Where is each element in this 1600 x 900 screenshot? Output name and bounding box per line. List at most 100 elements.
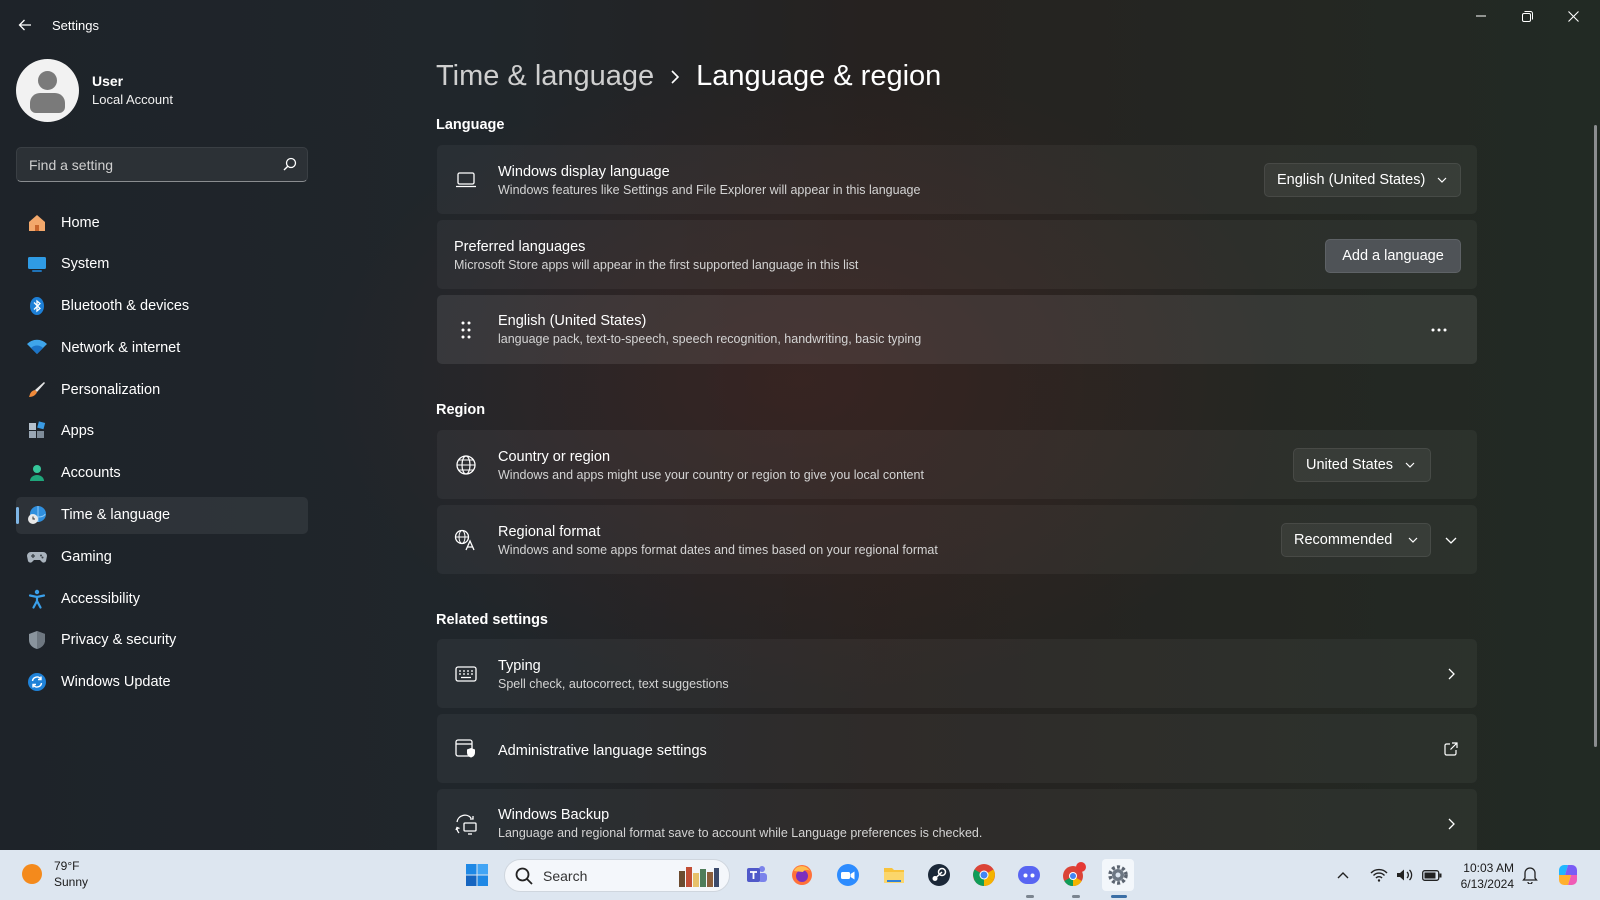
close-icon — [1567, 10, 1579, 22]
sidebar-item-windows-update[interactable]: Windows Update — [16, 664, 308, 701]
sidebar-item-gaming[interactable]: Gaming — [16, 538, 308, 575]
notifications-button[interactable] — [1519, 859, 1541, 891]
discord-button[interactable] — [1013, 859, 1045, 891]
minimize-icon — [1476, 15, 1486, 17]
copilot-icon — [1559, 865, 1577, 885]
search-icon[interactable] — [283, 157, 297, 171]
steam-icon — [928, 864, 950, 886]
close-button[interactable] — [1550, 0, 1596, 32]
user-profile[interactable]: User Local Account — [16, 58, 173, 122]
card-windows-backup[interactable]: Windows Backup Language and regional for… — [437, 789, 1477, 850]
sidebar-item-personalization[interactable]: Personalization — [16, 371, 308, 408]
globe-clock-icon — [26, 504, 48, 526]
card-windows-display-language: Windows display language Windows feature… — [437, 145, 1477, 214]
search-box[interactable] — [16, 147, 308, 182]
sidebar-item-bluetooth[interactable]: Bluetooth & devices — [16, 288, 308, 325]
chevron-down-icon — [1437, 177, 1447, 183]
clock[interactable]: 10:03 AM 6/13/2024 — [1442, 860, 1514, 892]
wifi-status-icon — [1370, 868, 1388, 882]
scrollbar[interactable] — [1594, 125, 1597, 747]
home-icon — [26, 212, 48, 234]
teams-icon — [747, 866, 767, 882]
user-name: User — [92, 73, 124, 89]
chevron-down-icon — [1405, 462, 1415, 468]
chrome-profile-icon — [1063, 862, 1086, 887]
search-highlight-icon — [679, 867, 719, 887]
sidebar-item-network[interactable]: Network & internet — [16, 329, 308, 366]
weather-widget[interactable]: 79°F Sunny — [22, 858, 88, 890]
chrome-profile-button[interactable] — [1058, 859, 1090, 891]
sidebar-item-system[interactable]: System — [16, 246, 308, 283]
teams-button[interactable] — [741, 859, 773, 891]
sidebar-item-time-language[interactable]: Time & language — [16, 496, 308, 534]
regional-format-icon — [454, 528, 478, 552]
minimize-button[interactable] — [1458, 0, 1504, 32]
add-language-button[interactable]: Add a language — [1325, 239, 1461, 273]
sidebar-item-apps[interactable]: Apps — [16, 413, 308, 450]
laptop-icon — [454, 168, 478, 192]
regional-format-dropdown[interactable]: Recommended — [1281, 523, 1431, 557]
zoom-button[interactable] — [832, 859, 864, 891]
file-explorer-icon — [884, 868, 904, 883]
sidebar-item-home[interactable]: Home — [16, 204, 308, 241]
chevron-right-icon — [670, 69, 680, 85]
restore-button[interactable] — [1504, 0, 1550, 32]
sidebar-item-accessibility[interactable]: Accessibility — [16, 580, 308, 617]
settings-icon — [1108, 865, 1128, 885]
country-dropdown[interactable]: United States — [1293, 448, 1431, 482]
chevron-up-icon — [1337, 871, 1349, 878]
card-regional-format[interactable]: Regional format Windows and some apps fo… — [437, 505, 1477, 574]
card-typing[interactable]: Typing Spell check, autocorrect, text su… — [437, 639, 1477, 708]
drag-handle-icon[interactable] — [454, 318, 478, 342]
copilot-button[interactable] — [1552, 859, 1584, 891]
sidebar-nav: Home System Bluetooth & devices Network … — [16, 204, 308, 706]
expand-chevron-icon[interactable] — [1439, 528, 1463, 552]
wifi-icon — [26, 337, 48, 359]
discord-icon — [1018, 866, 1040, 884]
card-preferred-languages: Preferred languages Microsoft Store apps… — [437, 220, 1477, 289]
apps-icon — [26, 420, 48, 442]
restore-icon — [1521, 10, 1533, 22]
settings-taskbar-button[interactable] — [1102, 859, 1134, 891]
volume-icon — [1397, 869, 1413, 881]
breadcrumb: Time & language Language & region — [436, 60, 941, 93]
bluetooth-icon — [26, 295, 48, 317]
gamepad-icon — [26, 546, 48, 568]
show-hidden-icons-button[interactable] — [1331, 859, 1355, 891]
weather-temp: 79°F — [54, 859, 80, 873]
search-input[interactable] — [17, 148, 267, 181]
card-administrative-language[interactable]: Administrative language settings — [437, 714, 1477, 783]
sidebar-item-accounts[interactable]: Accounts — [16, 455, 308, 492]
taskbar-search[interactable]: Search — [504, 859, 730, 892]
taskbar: 79°F Sunny Search 10:03 AM 6/13/2024 — [0, 850, 1600, 900]
start-button[interactable] — [461, 859, 493, 891]
accessibility-icon — [26, 588, 48, 610]
chrome-button[interactable] — [968, 859, 1000, 891]
section-title-region: Region — [436, 402, 486, 418]
start-icon — [466, 864, 488, 886]
display-language-dropdown[interactable]: English (United States) — [1264, 163, 1461, 197]
back-arrow-icon — [18, 19, 31, 31]
settings-window: Settings User Local Account Home — [0, 0, 1600, 850]
more-options-icon[interactable] — [1427, 318, 1451, 342]
chevron-right-icon — [1439, 662, 1463, 686]
chevron-right-icon — [1439, 812, 1463, 836]
globe-icon — [454, 453, 478, 477]
running-indicator — [1072, 895, 1080, 898]
steam-button[interactable] — [923, 859, 955, 891]
open-external-icon — [1439, 737, 1463, 761]
avatar — [16, 58, 79, 122]
sidebar-item-privacy[interactable]: Privacy & security — [16, 622, 308, 659]
quick-settings-button[interactable] — [1366, 859, 1446, 891]
back-button[interactable] — [12, 12, 38, 38]
bell-icon — [1522, 867, 1538, 884]
shield-icon — [26, 629, 48, 651]
brush-icon — [26, 379, 48, 401]
keyboard-icon — [454, 662, 478, 686]
file-explorer-button[interactable] — [878, 859, 910, 891]
chrome-icon — [973, 864, 995, 886]
account-type: Local Account — [92, 92, 173, 107]
card-language-english-us[interactable]: English (United States) language pack, t… — [437, 295, 1477, 364]
firefox-button[interactable] — [786, 859, 818, 891]
breadcrumb-parent[interactable]: Time & language — [436, 60, 654, 93]
